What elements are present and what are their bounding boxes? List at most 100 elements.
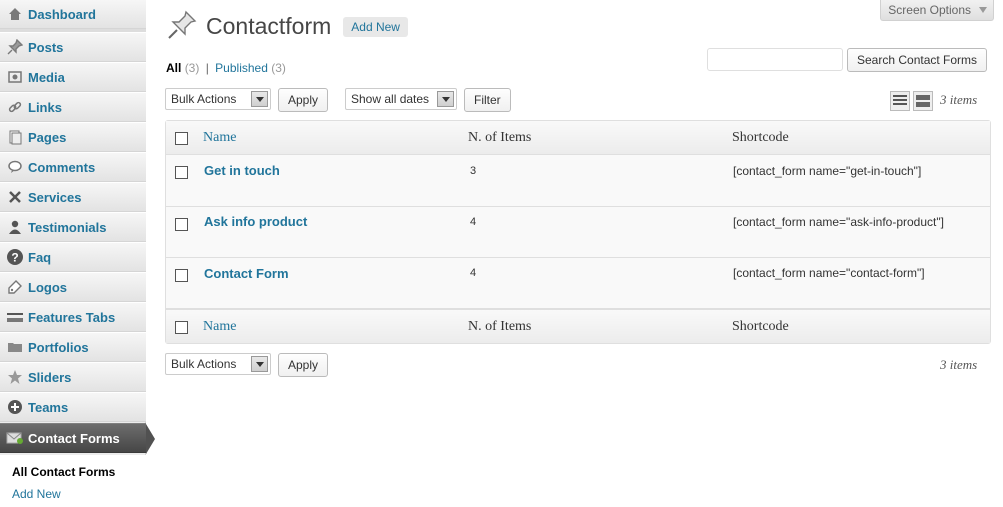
table-row: Get in touch 3 [contact_form name="get-i… <box>166 156 990 207</box>
select-all-checkbox[interactable] <box>175 132 188 145</box>
row-checkbox[interactable] <box>175 269 188 282</box>
sidebar-item-label: Contact Forms <box>28 430 120 446</box>
apply-button-bottom[interactable]: Apply <box>278 353 329 377</box>
sidebar-item-label: Links <box>28 99 62 115</box>
row-checkbox[interactable] <box>175 218 188 231</box>
table-footer: Name N. of Items Shortcode <box>166 309 990 343</box>
sidebar-item-links[interactable]: Links <box>0 92 146 122</box>
user-icon <box>6 218 24 236</box>
screen-options-button[interactable]: Screen Options <box>880 0 994 21</box>
admin-sidebar: Dashboard Posts Media Links Pages Commen… <box>0 0 155 507</box>
bulk-actions-value: Bulk Actions <box>171 92 237 106</box>
sidebar-item-testimonials[interactable]: Testimonials <box>0 212 146 242</box>
column-header-name[interactable]: Name <box>203 130 236 146</box>
column-footer-items: N. of Items <box>468 319 532 334</box>
screen-options-label: Screen Options <box>888 3 971 17</box>
plus-circle-icon <box>6 398 24 416</box>
filter-separator: | <box>205 61 209 75</box>
excerpt-view-icon[interactable] <box>913 91 933 111</box>
sidebar-item-label: Dashboard <box>28 6 96 22</box>
main-content: Screen Options Contactform Add New All (… <box>146 0 1003 507</box>
filter-all-count: (3) <box>184 61 200 75</box>
sidebar-item-sliders[interactable]: Sliders <box>0 362 146 392</box>
column-header-shortcode: Shortcode <box>732 130 789 145</box>
sidebar-item-features-tabs[interactable]: Features Tabs <box>0 302 146 332</box>
pin-icon <box>6 38 24 56</box>
search-contact-forms-button[interactable]: Search Contact Forms <box>847 48 988 72</box>
bulk-actions-select-bottom[interactable]: Bulk Actions <box>165 353 271 375</box>
chevron-down-icon <box>979 7 987 13</box>
sidebar-item-media[interactable]: Media <box>0 62 146 92</box>
row-title-link[interactable]: Get in touch <box>204 163 280 178</box>
items-count-bottom: 3 items <box>940 357 978 372</box>
envelope-icon <box>6 429 24 447</box>
sidebar-item-services[interactable]: Services <box>0 182 146 212</box>
select-all-checkbox-bottom[interactable] <box>175 321 188 334</box>
sidebar-item-label: Pages <box>28 129 67 145</box>
pages-icon <box>6 128 24 146</box>
page-header: Contactform Add New <box>166 9 408 44</box>
filter-published-link[interactable]: Published <box>215 61 268 75</box>
pushpin-icon <box>166 9 198 44</box>
media-icon <box>6 68 24 86</box>
add-new-button[interactable]: Add New <box>343 16 408 37</box>
svg-text:?: ? <box>11 251 18 265</box>
sidebar-item-label: Portfolios <box>28 339 89 355</box>
page-title: Contactform <box>206 13 332 39</box>
contact-forms-table: Name N. of Items Shortcode Get in touch … <box>165 120 991 344</box>
sidebar-item-contact-forms[interactable]: Contact Forms <box>0 423 155 454</box>
chevron-down-icon <box>251 356 268 372</box>
sidebar-item-label: Media <box>28 69 65 85</box>
date-filter-value: Show all dates <box>351 92 430 106</box>
table-row: Contact Form 4 [contact_form name="conta… <box>166 258 990 309</box>
sidebar-item-label: Features Tabs <box>28 309 116 325</box>
star-icon <box>6 368 24 386</box>
sidebar-item-label: Testimonials <box>28 219 107 235</box>
column-footer-name[interactable]: Name <box>203 319 236 335</box>
items-count-top: 3 items <box>940 92 978 107</box>
table-header: Name N. of Items Shortcode <box>166 121 990 155</box>
list-view-icon[interactable] <box>890 91 910 111</box>
dashboard-icon <box>6 5 24 23</box>
submenu-all-contact-forms[interactable]: All Contact Forms <box>0 461 146 483</box>
sidebar-item-label: Teams <box>28 399 69 415</box>
sidebar-item-portfolios[interactable]: Portfolios <box>0 332 146 362</box>
submenu-add-new[interactable]: Add New <box>0 483 146 505</box>
row-checkbox[interactable] <box>175 166 188 179</box>
sidebar-item-pages[interactable]: Pages <box>0 122 146 152</box>
folder-icon <box>6 338 24 356</box>
question-icon: ? <box>6 248 24 266</box>
bulk-actions-value: Bulk Actions <box>171 357 237 371</box>
row-shortcode: [contact_form name="ask-info-product"] <box>733 215 944 229</box>
sidebar-item-label: Comments <box>28 159 96 175</box>
row-shortcode: [contact_form name="get-in-touch"] <box>733 164 922 178</box>
sidebar-item-label: Posts <box>28 39 64 55</box>
row-shortcode: [contact_form name="contact-form"] <box>733 266 925 280</box>
sidebar-item-label: Services <box>28 189 82 205</box>
sidebar-item-label: Faq <box>28 249 52 265</box>
sidebar-item-faq[interactable]: ? Faq <box>0 242 146 272</box>
column-footer-shortcode: Shortcode <box>732 319 789 334</box>
sidebar-item-logos[interactable]: Logos <box>0 272 146 302</box>
tag-icon <box>6 278 24 296</box>
date-filter-select[interactable]: Show all dates <box>345 88 457 110</box>
filter-button[interactable]: Filter <box>464 88 511 112</box>
sidebar-item-posts[interactable]: Posts <box>0 32 146 62</box>
row-items-count: 3 <box>470 165 477 177</box>
sidebar-item-comments[interactable]: Comments <box>0 152 146 182</box>
bulk-actions-select-top[interactable]: Bulk Actions <box>165 88 271 110</box>
chevron-down-icon <box>437 91 454 107</box>
sidebar-item-label: Sliders <box>28 369 72 385</box>
search-input[interactable] <box>707 48 843 71</box>
wp-admin-screen: Dashboard Posts Media Links Pages Commen… <box>0 0 1003 507</box>
filter-all-link[interactable]: All <box>166 61 181 75</box>
comment-icon <box>6 158 24 176</box>
apply-button-top[interactable]: Apply <box>278 88 329 112</box>
link-icon <box>6 98 24 116</box>
sidebar-item-dashboard[interactable]: Dashboard <box>0 0 146 29</box>
table-row: Ask info product 4 [contact_form name="a… <box>166 207 990 258</box>
column-header-items: N. of Items <box>468 130 532 145</box>
row-title-link[interactable]: Contact Form <box>204 266 289 281</box>
row-title-link[interactable]: Ask info product <box>204 214 307 229</box>
sidebar-item-teams[interactable]: Teams <box>0 392 146 422</box>
